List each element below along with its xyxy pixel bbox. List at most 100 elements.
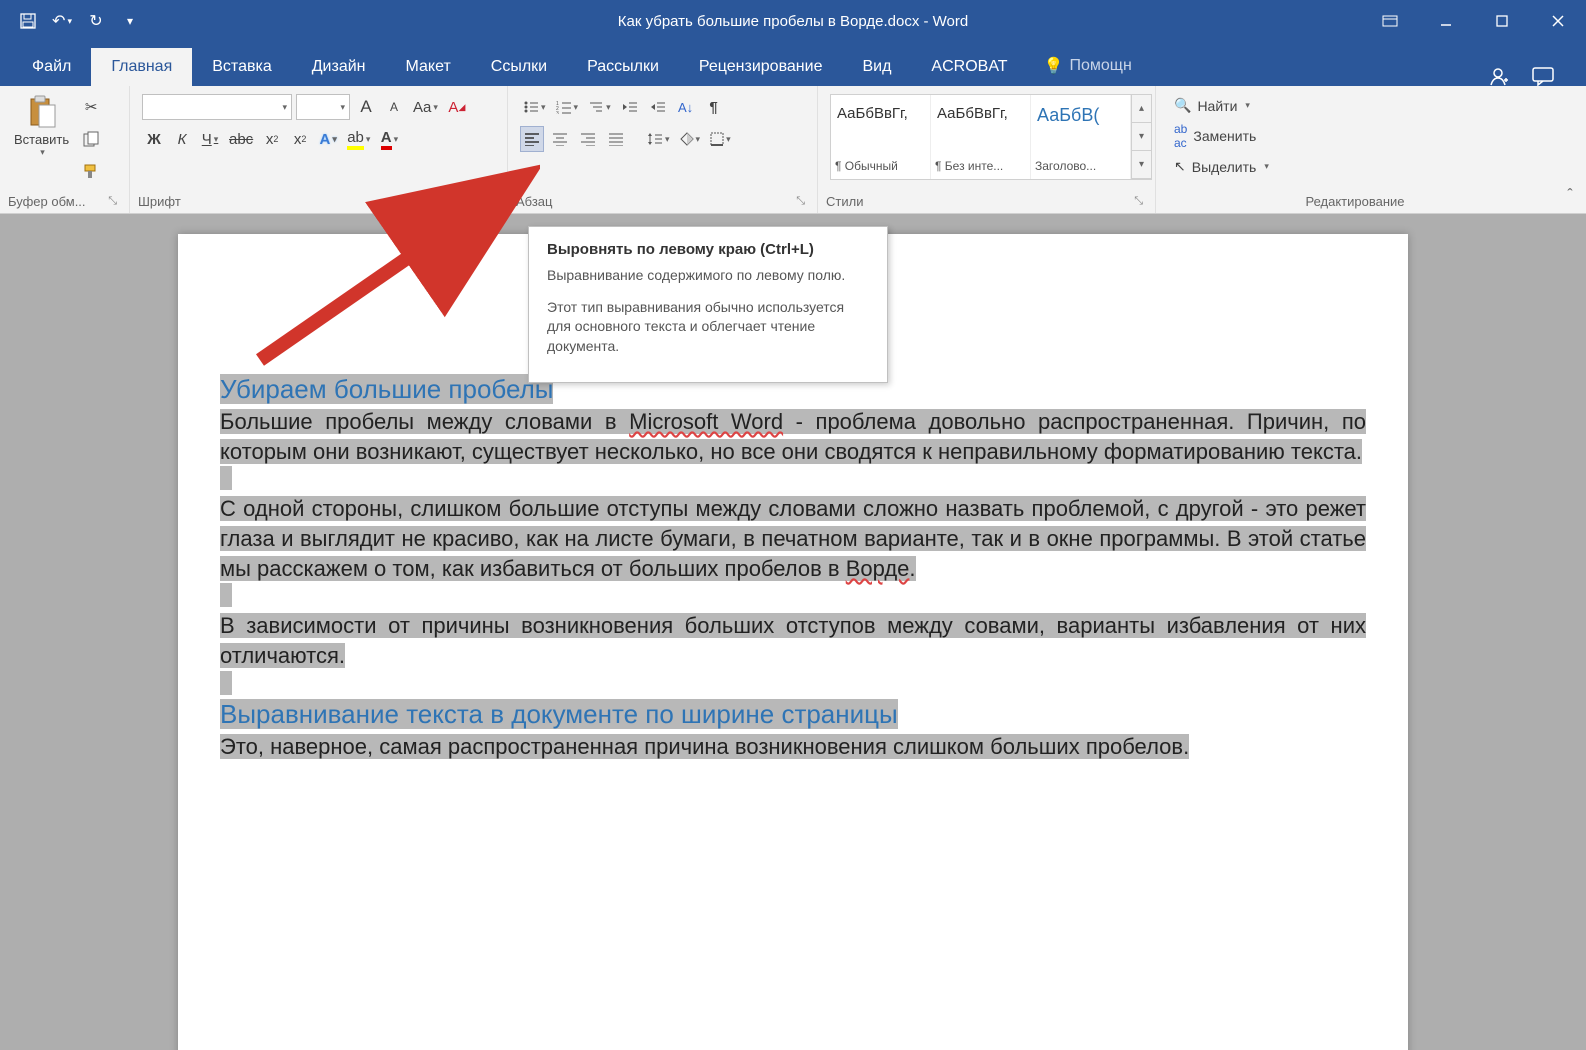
quick-access-toolbar: ↶▾ ↻ ▾ [0,7,144,35]
tooltip-body-2: Этот тип выравнивания обычно используетс… [547,298,869,357]
account-area [1488,66,1586,86]
sort-icon[interactable]: A↓ [674,94,698,120]
tell-me[interactable]: 💡 Помощн [1028,46,1148,86]
change-case-icon[interactable]: Aa▾ [410,94,441,120]
align-right-button[interactable] [576,126,600,152]
search-icon: 🔍 [1174,97,1191,114]
superscript-button[interactable]: x2 [288,126,312,152]
paste-button[interactable]: Вставить ▾ [8,90,75,162]
doc-p1-a: Большие пробелы между словами в [220,409,629,434]
strike-button[interactable]: abc [226,126,256,152]
copy-icon[interactable] [79,126,103,152]
style-no-spacing[interactable]: АаБбВвГг, ¶ Без инте... [931,95,1031,179]
doc-p4: Это, наверное, самая распространенная пр… [220,734,1189,759]
underline-button[interactable]: Ч▾ [198,126,222,152]
align-justify-button[interactable] [604,126,628,152]
close-icon[interactable] [1530,0,1586,42]
tab-view[interactable]: Вид [842,48,911,86]
shading-icon[interactable]: ▾ [677,126,704,152]
tooltip: Выровнять по левому краю (Ctrl+L) Выравн… [528,226,888,383]
format-painter-icon[interactable] [79,158,103,184]
multilevel-icon[interactable]: ▾ [585,94,614,120]
tooltip-body-1: Выравнивание содержимого по левому полю. [547,266,869,286]
save-icon[interactable] [14,7,42,35]
tab-file[interactable]: Файл [12,48,91,86]
group-editing-label: Редактирование [1305,194,1404,209]
doc-heading-1: Убираем большие пробелы [220,374,553,404]
window-controls [1362,0,1586,42]
group-editing: 🔍Найти▾ abacЗаменить ↖Выделить▾ Редактир… [1156,86,1554,213]
font-launcher-icon[interactable]: ⤡ [486,195,499,208]
cut-icon[interactable]: ✂ [79,94,103,120]
title-bar: ↶▾ ↻ ▾ Как убрать большие пробелы в Ворд… [0,0,1586,42]
tab-home[interactable]: Главная [91,48,192,86]
clear-format-icon[interactable]: A◢ [445,94,469,120]
replace-icon: abac [1174,122,1187,150]
tab-acrobat[interactable]: ACROBAT [911,48,1027,86]
borders-icon[interactable]: ▾ [707,126,734,152]
font-size-combo[interactable]: ▾ [296,94,350,120]
replace-button[interactable]: abacЗаменить [1170,119,1273,153]
tab-insert[interactable]: Вставка [192,48,291,86]
styles-more-button[interactable]: ▴▾▾ [1131,95,1151,179]
tell-me-label: Помощн [1070,57,1132,75]
maximize-icon[interactable] [1474,0,1530,42]
styles-launcher-icon[interactable]: ⤡ [1134,195,1147,208]
align-left-button[interactable] [520,126,544,152]
group-styles: АаБбВвГг, ¶ Обычный АаБбВвГг, ¶ Без инте… [818,86,1156,213]
doc-p3: В зависимости от причины возникновения б… [220,613,1366,668]
group-paragraph: ▾ 123▾ ▾ A↓ ¶ ▾ ▾ ▾ [508,86,818,213]
line-spacing-icon[interactable]: ▾ [644,126,673,152]
shrink-font-icon[interactable]: A [382,94,406,120]
doc-heading-2: Выравнивание текста в документе по ширин… [220,699,898,729]
font-color-icon[interactable]: A▾ [377,126,401,152]
tab-references[interactable]: Ссылки [471,48,567,86]
paste-label: Вставить [14,132,69,147]
select-button[interactable]: ↖Выделить▾ [1170,155,1273,178]
subscript-button[interactable]: x2 [260,126,284,152]
find-button[interactable]: 🔍Найти▾ [1170,94,1273,117]
align-center-button[interactable] [548,126,572,152]
comments-icon[interactable] [1532,66,1554,86]
group-paragraph-label: Абзац [516,194,552,209]
style-heading1[interactable]: АаБбВ( Заголово... [1031,95,1131,179]
highlight-icon[interactable]: ab▾ [344,126,373,152]
redo-icon[interactable]: ↻ [82,7,110,35]
ribbon-display-icon[interactable] [1362,0,1418,42]
doc-p1-link: Microsoft Word [629,409,783,434]
show-marks-icon[interactable]: ¶ [702,94,726,120]
font-family-combo[interactable]: ▾ [142,94,292,120]
indent-decrease-icon[interactable] [618,94,642,120]
minimize-icon[interactable] [1418,0,1474,42]
cursor-icon: ↖ [1174,158,1186,175]
doc-p2-link: Ворде [846,556,910,581]
share-icon[interactable] [1488,66,1508,86]
bullets-icon[interactable]: ▾ [520,94,549,120]
style-normal[interactable]: АаБбВвГг, ¶ Обычный [831,95,931,179]
grow-font-icon[interactable]: A [354,94,378,120]
lightbulb-icon: 💡 [1044,56,1064,76]
bold-button[interactable]: Ж [142,126,166,152]
ribbon-tabs: Файл Главная Вставка Дизайн Макет Ссылки… [0,42,1586,86]
styles-gallery[interactable]: АаБбВвГг, ¶ Обычный АаБбВвГг, ¶ Без инте… [830,94,1152,180]
clipboard-icon [24,94,60,130]
italic-button[interactable]: К [170,126,194,152]
numbering-icon[interactable]: 123▾ [553,94,582,120]
tab-review[interactable]: Рецензирование [679,48,843,86]
text-effects-icon[interactable]: A▾ [316,126,340,152]
ribbon: Вставить ▾ ✂ Буфер обм...⤡ ▾ ▾ A A Aa▾ A… [0,86,1586,214]
clipboard-launcher-icon[interactable]: ⤡ [108,195,121,208]
tooltip-title: Выровнять по левому краю (Ctrl+L) [547,241,869,258]
paragraph-launcher-icon[interactable]: ⤡ [796,195,809,208]
undo-icon[interactable]: ↶▾ [48,7,76,35]
qat-customize-icon[interactable]: ▾ [116,7,144,35]
group-styles-label: Стили [826,194,863,209]
group-font-label: Шрифт [138,194,181,209]
tab-mailings[interactable]: Рассылки [567,48,679,86]
window-title: Как убрать большие пробелы в Ворде.docx … [618,13,968,30]
tab-design[interactable]: Дизайн [292,48,386,86]
collapse-ribbon-icon[interactable]: ˆ [1554,86,1586,213]
indent-increase-icon[interactable] [646,94,670,120]
tab-layout[interactable]: Макет [386,48,471,86]
group-clipboard: Вставить ▾ ✂ Буфер обм...⤡ [0,86,130,213]
